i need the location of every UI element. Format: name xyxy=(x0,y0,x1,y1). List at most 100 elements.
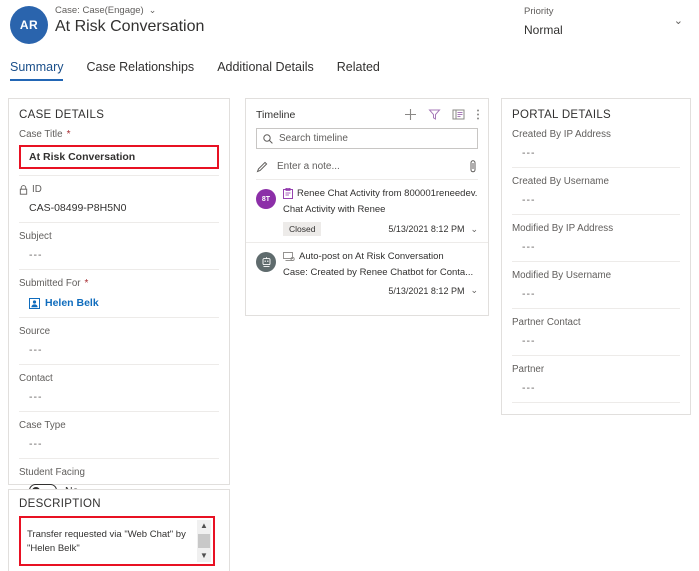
case-details-title: CASE DETAILS xyxy=(19,109,105,121)
entity-label: Case: Case(Engage) xyxy=(55,5,144,16)
timeline-item-title: Renee Chat Activity from 800001reneedev.… xyxy=(297,188,478,199)
contact-value[interactable]: --- xyxy=(19,384,219,411)
timestamp: 5/13/2021 8:12 PM xyxy=(388,224,465,234)
modified-by-ip-value[interactable]: --- xyxy=(512,234,680,261)
field-contact: Contact --- xyxy=(9,365,229,411)
field-label-text: Created By Username xyxy=(512,176,609,187)
description-scrollbar[interactable]: ▲ ▼ xyxy=(197,520,211,562)
field-label: Case Title * xyxy=(19,121,219,140)
field-id: ID CAS-08499-P8H5N0 xyxy=(9,176,229,222)
submitted-for-value: Helen Belk xyxy=(45,297,99,309)
partner-contact-value[interactable]: --- xyxy=(512,328,680,355)
case-title-highlight: At Risk Conversation xyxy=(19,145,219,169)
created-by-username-value[interactable]: --- xyxy=(512,187,680,214)
case-type-value[interactable]: --- xyxy=(19,431,219,458)
field-label: Modified By IP Address xyxy=(512,215,680,234)
timeline-item-meta: 5/13/2021 8:12 PM ⌄ xyxy=(283,285,478,296)
required-indicator: * xyxy=(66,129,71,140)
attachment-icon[interactable] xyxy=(468,159,478,173)
timeline-toolbar xyxy=(404,108,480,121)
field-case-title: Case Title * At Risk Conversation xyxy=(9,121,229,175)
case-details-panel: CASE DETAILS Case Title * At Risk Convers… xyxy=(8,98,230,506)
scroll-up-icon[interactable]: ▲ xyxy=(200,520,208,532)
timeline-item-meta: Closed 5/13/2021 8:12 PM ⌄ xyxy=(283,222,478,236)
portal-details-title: PORTAL DETAILS xyxy=(512,109,611,121)
sort-icon[interactable] xyxy=(452,108,465,121)
priority-label: Priority xyxy=(524,6,554,17)
chevron-down-icon[interactable]: ⌄ xyxy=(470,285,478,296)
add-icon[interactable] xyxy=(404,108,417,121)
field-label: Created By Username xyxy=(512,168,680,187)
chevron-down-icon[interactable]: ⌄ xyxy=(470,224,478,235)
scrollbar-thumb[interactable] xyxy=(198,534,210,548)
field-label-text: Partner xyxy=(512,364,545,375)
field-label: ID xyxy=(19,176,219,195)
field-label-text: Case Title xyxy=(19,129,63,140)
field-subject: Subject --- xyxy=(9,223,229,269)
timeline-item-time: 5/13/2021 8:12 PM ⌄ xyxy=(388,285,478,296)
field-case-type: Case Type --- xyxy=(9,412,229,458)
field-label-text: Subject xyxy=(19,231,52,242)
case-form-page: AR Case: Case(Engage) ⌄ At Risk Conversa… xyxy=(0,0,699,571)
timeline-item-time: 5/13/2021 8:12 PM ⌄ xyxy=(388,224,478,235)
timeline-item[interactable]: 8T Renee Chat Activity from 800001reneed… xyxy=(246,180,488,242)
subject-value[interactable]: --- xyxy=(19,242,219,269)
description-panel: DESCRIPTION Transfer requested via "Web … xyxy=(8,489,230,571)
timeline-item-body: Renee Chat Activity from 800001reneedev.… xyxy=(283,188,478,236)
timeline-item-subtitle: Chat Activity with Renee xyxy=(283,204,386,215)
scroll-down-icon[interactable]: ▼ xyxy=(200,550,208,562)
tab-summary[interactable]: Summary xyxy=(10,60,64,81)
field-partner: Partner --- xyxy=(502,356,690,402)
field-label: Modified By Username xyxy=(512,262,680,281)
timeline-search[interactable]: Search timeline xyxy=(256,128,478,149)
chat-activity-icon xyxy=(283,188,293,199)
field-label: Partner Contact xyxy=(512,309,680,328)
field-label-text: Contact xyxy=(19,373,53,384)
field-label: Student Facing xyxy=(19,459,219,478)
priority-field[interactable]: Priority Normal ⌄ xyxy=(524,6,689,37)
submitted-for-link[interactable]: Helen Belk xyxy=(29,297,219,309)
header-titles: Case: Case(Engage) ⌄ At Risk Conversatio… xyxy=(55,5,204,36)
timeline-panel: Timeline Search timeline Enter a note...… xyxy=(245,98,489,316)
avatar: AR xyxy=(10,6,48,44)
description-text[interactable]: Transfer requested via "Web Chat" by "He… xyxy=(21,518,213,556)
record-header: AR Case: Case(Engage) ⌄ At Risk Conversa… xyxy=(0,0,699,56)
field-label: Submitted For * xyxy=(19,270,219,289)
created-by-ip-value[interactable]: --- xyxy=(512,140,680,167)
chevron-down-icon[interactable]: ⌄ xyxy=(149,5,157,16)
page-title: At Risk Conversation xyxy=(55,18,205,35)
more-options-icon[interactable] xyxy=(476,108,480,121)
tab-case-relationships[interactable]: Case Relationships xyxy=(86,60,194,81)
field-label: Case Type xyxy=(19,412,219,431)
entity-breadcrumb[interactable]: Case: Case(Engage) ⌄ xyxy=(55,5,204,16)
timeline-item-body: Auto-post on At Risk Conversation Case: … xyxy=(283,251,478,296)
filter-icon[interactable] xyxy=(428,108,441,121)
timeline-item[interactable]: Auto-post on At Risk Conversation Case: … xyxy=(246,242,488,302)
description-highlight: Transfer requested via "Web Chat" by "He… xyxy=(19,516,215,566)
field-partner-contact: Partner Contact --- xyxy=(502,309,690,355)
tab-additional-details[interactable]: Additional Details xyxy=(217,60,314,81)
chevron-down-icon[interactable]: ⌄ xyxy=(674,14,683,27)
timeline-item-title-row: Auto-post on At Risk Conversation xyxy=(283,251,478,262)
field-label: Partner xyxy=(512,356,680,375)
timeline-avatar xyxy=(256,252,276,272)
field-label-text: Created By IP Address xyxy=(512,129,611,140)
modified-by-username-value[interactable]: --- xyxy=(512,281,680,308)
field-modified-by-username: Modified By Username --- xyxy=(502,262,690,308)
note-placeholder: Enter a note... xyxy=(277,160,340,172)
field-label: Created By IP Address xyxy=(512,121,680,140)
case-title-value[interactable]: At Risk Conversation xyxy=(21,147,217,167)
partner-value[interactable]: --- xyxy=(512,375,680,402)
tab-related[interactable]: Related xyxy=(337,60,380,81)
timeline-header: Timeline xyxy=(246,99,488,121)
timestamp: 5/13/2021 8:12 PM xyxy=(388,285,465,296)
field-modified-by-ip: Modified By IP Address --- xyxy=(502,215,690,261)
contact-icon xyxy=(29,297,40,309)
portal-details-panel: PORTAL DETAILS Created By IP Address ---… xyxy=(501,98,691,415)
field-label-text: Modified By Username xyxy=(512,270,612,281)
timeline-note-input[interactable]: Enter a note... xyxy=(256,153,478,180)
timeline-item-title-row: Renee Chat Activity from 800001reneedev.… xyxy=(283,188,478,199)
field-label-text: Submitted For xyxy=(19,278,81,289)
field-created-by-ip: Created By IP Address --- xyxy=(502,121,690,167)
source-value[interactable]: --- xyxy=(19,337,219,364)
